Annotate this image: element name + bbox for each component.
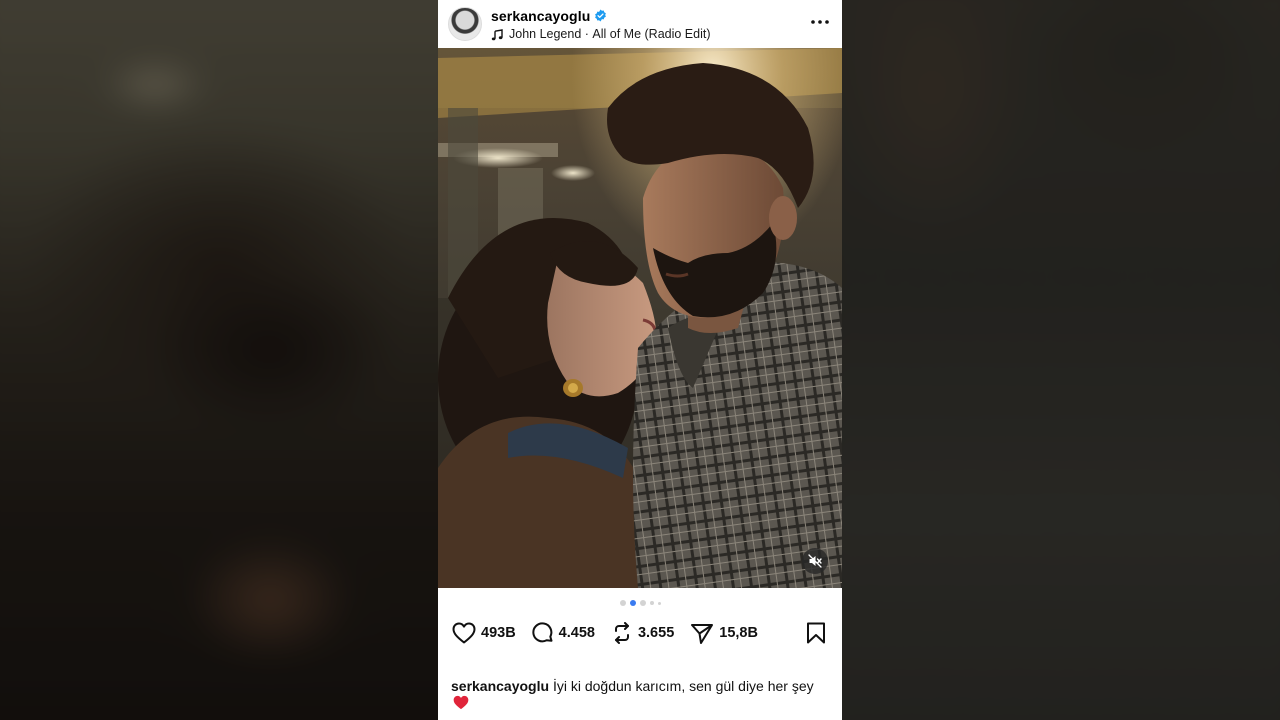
more-options-icon[interactable] — [810, 12, 830, 32]
share-count: 15,8B — [719, 625, 758, 641]
caption-text: İyi ki doğdun karıcım, sen gül diye her … — [549, 678, 814, 694]
comment-icon — [532, 622, 554, 644]
post-photo[interactable] — [438, 48, 842, 588]
caption-username[interactable]: serkancayoglu — [451, 678, 549, 694]
post-header: serkancayoglu John Legend · All of Me (R… — [438, 0, 842, 48]
share-icon — [690, 622, 714, 644]
like-button[interactable]: 493B — [452, 622, 516, 644]
red-heart-emoji-icon — [453, 695, 469, 710]
comment-count: 4.458 — [558, 625, 595, 641]
mute-icon[interactable] — [802, 548, 828, 574]
photo-scene — [438, 48, 842, 588]
post-card: serkancayoglu John Legend · All of Me (R… — [438, 0, 842, 720]
carousel-dot — [657, 601, 661, 605]
music-track: All of Me (Radio Edit) — [592, 26, 711, 41]
carousel-dot — [639, 600, 646, 606]
repost-count: 3.655 — [637, 625, 675, 641]
heart-icon — [452, 622, 476, 644]
share-button[interactable]: 15,8B — [690, 622, 758, 644]
action-bar: 493B 4.458 3.655 15,8B — [438, 618, 842, 648]
carousel-dot — [649, 601, 654, 605]
repost-icon — [611, 622, 633, 644]
carousel-dot-active — [629, 600, 636, 606]
avatar[interactable] — [448, 7, 482, 41]
header-text: serkancayoglu John Legend · All of Me (R… — [491, 7, 711, 42]
carousel-dot — [619, 600, 626, 606]
music-separator: · — [581, 26, 593, 41]
music-artist: John Legend — [509, 26, 582, 41]
post-caption: serkancayoglu İyi ki doğdun karıcım, sen… — [451, 678, 821, 712]
username-row: serkancayoglu — [491, 7, 711, 25]
background-blur-left — [0, 0, 438, 720]
comment-button[interactable]: 4.458 — [532, 622, 595, 644]
repost-button[interactable]: 3.655 — [611, 622, 674, 644]
background-blur-right — [842, 0, 1280, 720]
username[interactable]: serkancayoglu — [491, 8, 590, 24]
music-attribution[interactable]: John Legend · All of Me (Radio Edit) — [491, 26, 711, 42]
like-count: 493B — [481, 625, 516, 641]
music-note-icon — [491, 28, 503, 40]
carousel-indicator — [438, 588, 842, 618]
bookmark-icon[interactable] — [806, 622, 826, 649]
verified-badge-icon — [594, 9, 607, 22]
